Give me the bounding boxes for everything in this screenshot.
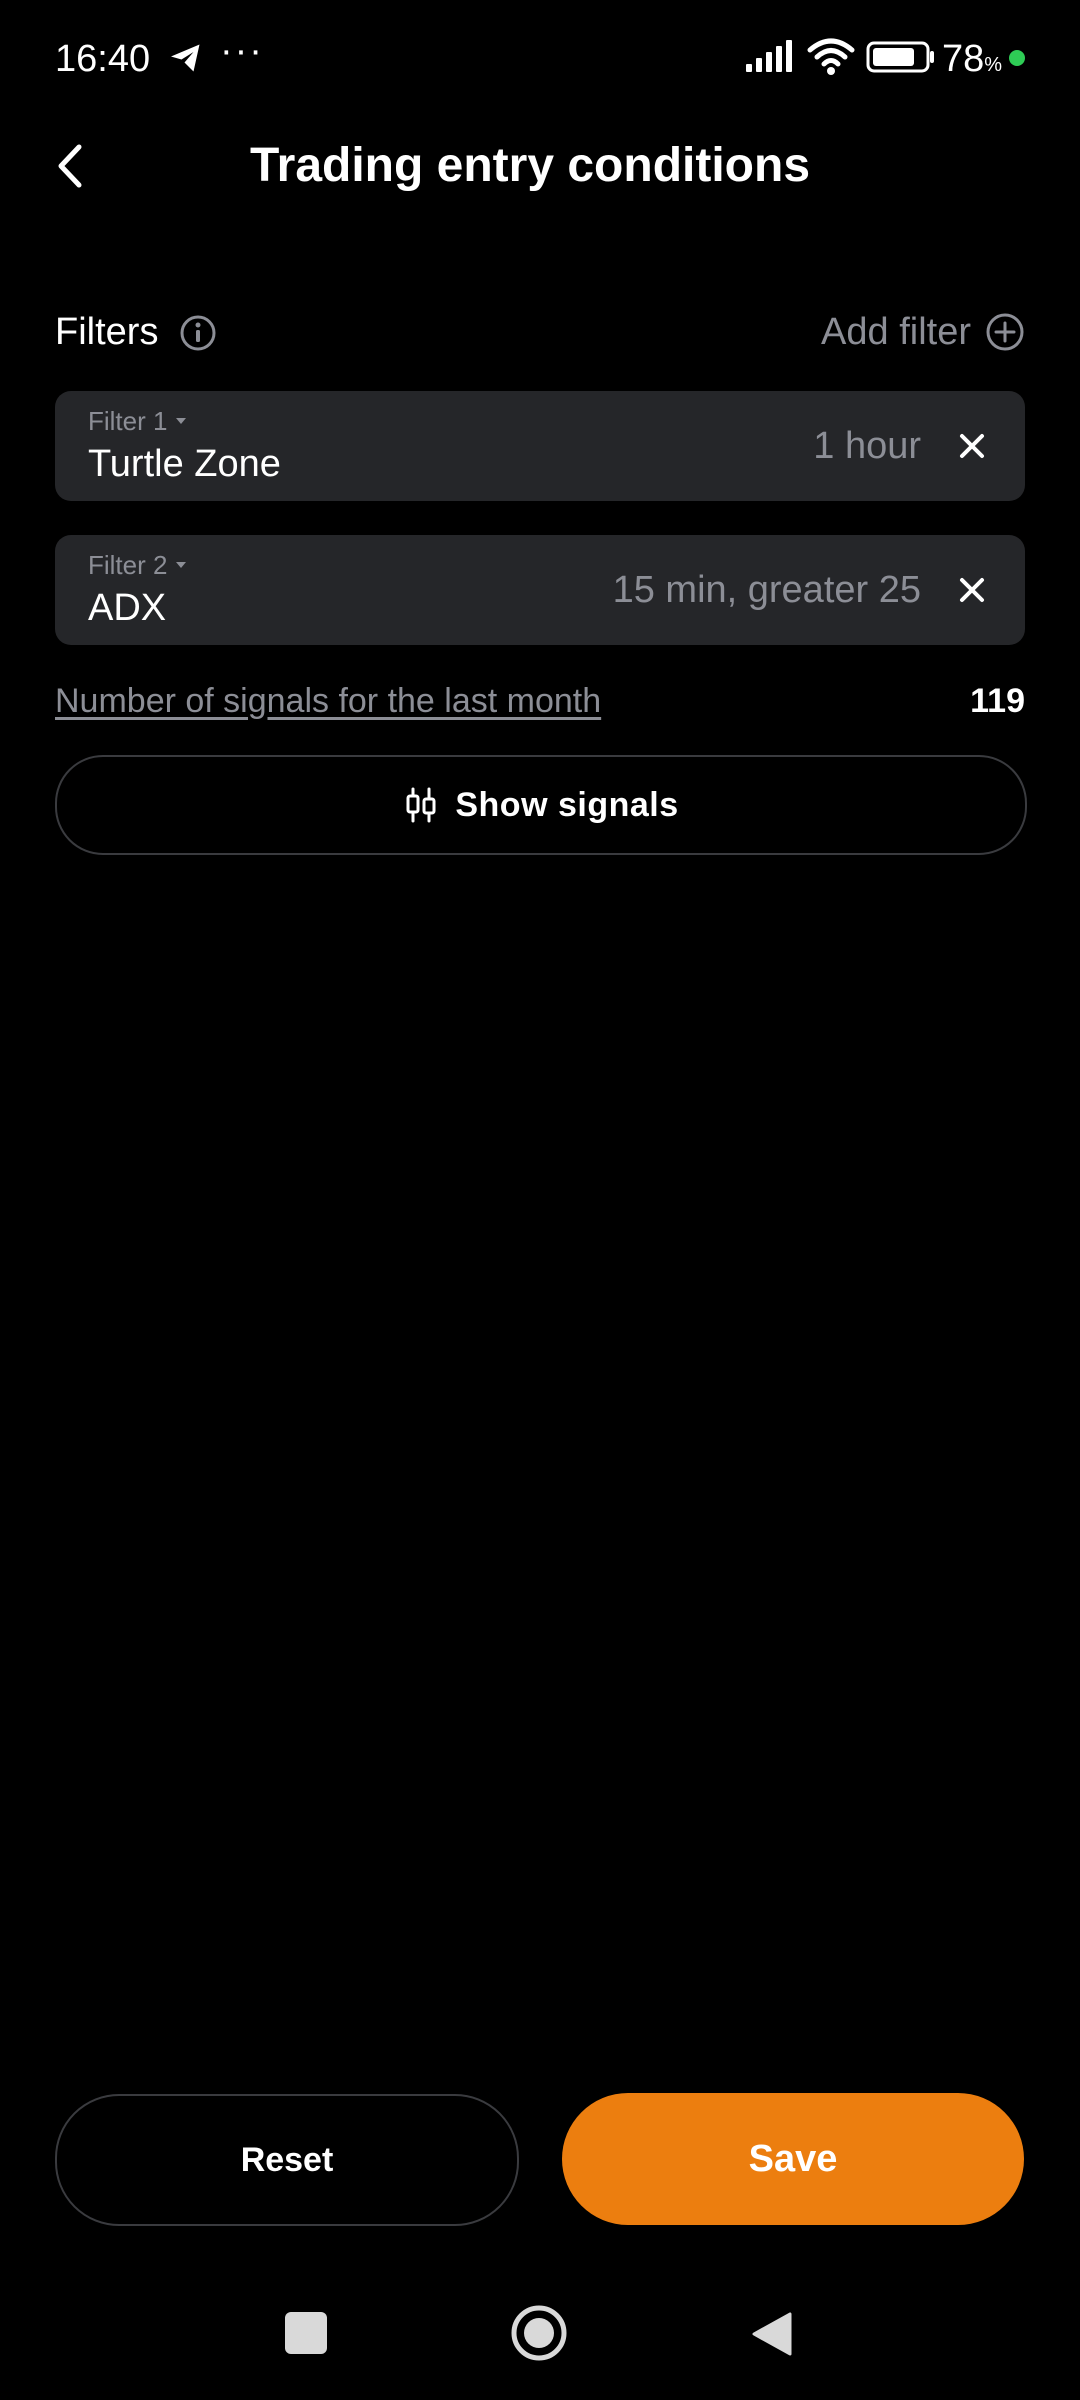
recents-square-icon[interactable]: [285, 2312, 327, 2354]
home-circle-icon[interactable]: [510, 2304, 568, 2362]
status-bar: 16:40 ··· 78%: [0, 0, 1080, 116]
signals-count-link[interactable]: Number of signals for the last month: [55, 680, 601, 722]
reset-button[interactable]: Reset: [55, 2094, 519, 2226]
info-icon[interactable]: [179, 314, 217, 352]
filter-card-2[interactable]: Filter 2 ADX 15 min, greater 25: [55, 535, 1025, 645]
filter-value[interactable]: 15 min, greater 25: [613, 565, 921, 615]
back-triangle-icon[interactable]: [750, 2310, 794, 2358]
remove-filter-button[interactable]: [949, 423, 995, 469]
header: Trading entry conditions: [0, 116, 1080, 216]
save-button[interactable]: Save: [562, 2093, 1024, 2225]
filters-header: Filters Add filter: [55, 300, 1025, 364]
save-label: Save: [748, 2137, 838, 2180]
plus-circle-icon: [986, 313, 1024, 351]
privacy-indicator-dot: [1009, 50, 1025, 66]
wifi-icon: [807, 38, 855, 75]
show-signals-label: Show signals: [455, 785, 679, 824]
caret-down-icon: [176, 562, 187, 568]
page-title: Trading entry conditions: [249, 139, 811, 192]
status-time: 16:40: [55, 38, 151, 80]
show-signals-button[interactable]: Show signals: [55, 755, 1027, 855]
signals-count-row: Number of signals for the last month 119: [55, 676, 1025, 726]
reset-label: Reset: [240, 2140, 334, 2179]
filter-value[interactable]: 1 hour: [813, 421, 921, 471]
battery-icon: [866, 41, 934, 73]
filter-caption-label: Filter 2: [88, 550, 168, 580]
filter-name: Turtle Zone: [88, 443, 281, 485]
candlestick-icon: [406, 787, 436, 823]
close-icon: [960, 434, 984, 458]
signals-count-value: 119: [970, 682, 1025, 720]
caret-down-icon: [176, 418, 187, 424]
telegram-icon: [171, 44, 200, 72]
add-filter-button[interactable]: Add filter: [821, 304, 1025, 360]
system-navigation-bar: [0, 2290, 1080, 2380]
remove-filter-button[interactable]: [949, 567, 995, 613]
filter-caption-label: Filter 1: [88, 406, 168, 436]
signal-strength-icon: [746, 40, 792, 72]
battery-percent: 78%: [942, 38, 1003, 80]
filter-name: ADX: [88, 587, 167, 629]
filter-card-1[interactable]: Filter 1 Turtle Zone 1 hour: [55, 391, 1025, 501]
filters-label: Filters: [55, 311, 159, 353]
more-dots-icon: ···: [220, 30, 264, 72]
filter-caption[interactable]: Filter 1: [88, 405, 187, 437]
close-icon: [960, 578, 984, 602]
filter-caption[interactable]: Filter 2: [88, 549, 187, 581]
add-filter-label: Add filter: [821, 310, 971, 353]
